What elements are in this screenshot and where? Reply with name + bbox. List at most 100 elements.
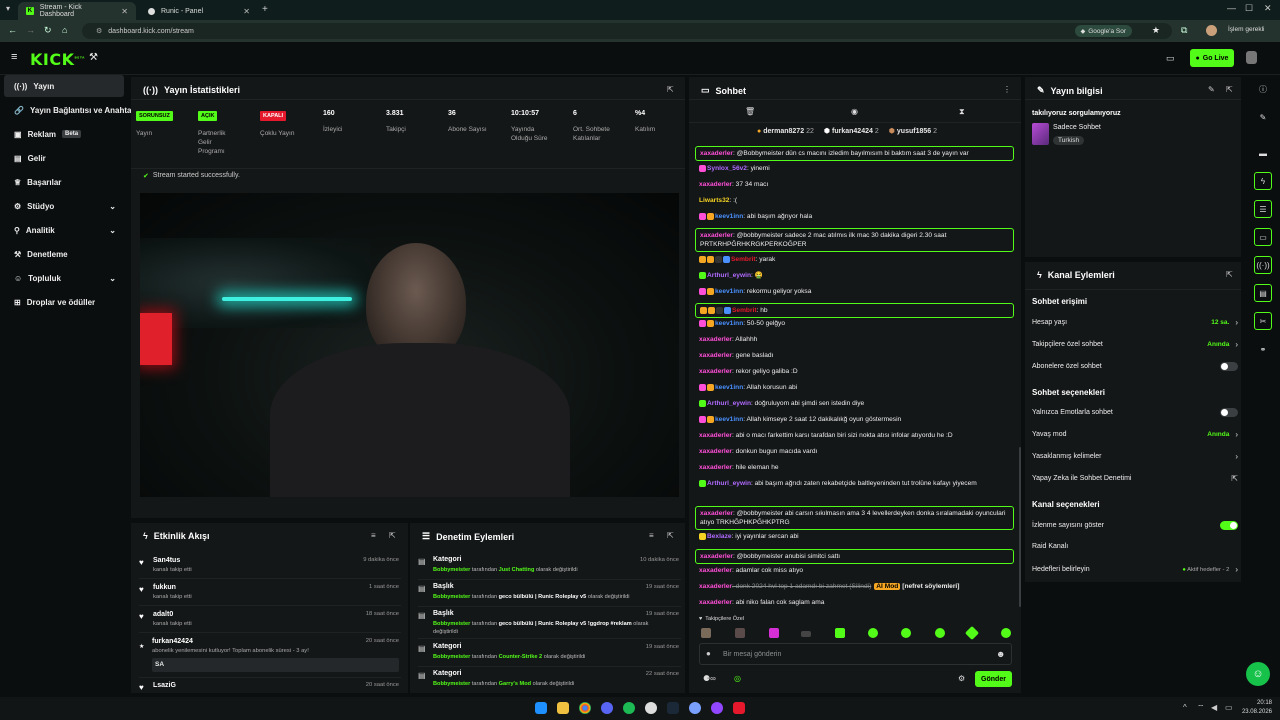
avatar[interactable] xyxy=(901,628,911,638)
profile-avatar[interactable] xyxy=(1206,25,1217,36)
send-button[interactable]: Gönder xyxy=(975,671,1012,687)
chat-message[interactable]: xaxaderler: Allahhh xyxy=(699,335,1017,344)
chat-username[interactable]: Arthurl_eywin xyxy=(707,400,751,407)
sidebar-item-studio[interactable]: ⚙ Stüdyo ⌄ xyxy=(4,195,124,217)
gear-icon[interactable]: ⚙ xyxy=(958,674,965,683)
popout-icon[interactable]: ⇱ xyxy=(1226,270,1233,279)
emotes-only-toggle[interactable] xyxy=(1220,408,1238,417)
chat-message[interactable]: Synlox_56v2: yinemi xyxy=(699,164,1017,173)
profile-status[interactable]: İşlem gerekli xyxy=(1228,26,1264,33)
raid-setting[interactable]: Raid Kanalı xyxy=(1032,543,1238,550)
chat-message[interactable]: Sembrit: hb xyxy=(695,303,1014,318)
avatar[interactable] xyxy=(801,631,811,637)
chat-message[interactable]: keev1inn: abi başım ağrıyor hala xyxy=(699,212,1017,221)
bookmark-star-icon[interactable]: ★ xyxy=(1152,25,1160,36)
followers-only-setting[interactable]: Takipçilere özel sohbet Anında › xyxy=(1032,340,1238,349)
forward-icon[interactable]: → xyxy=(26,25,35,35)
wrench-icon[interactable]: ✂ xyxy=(1254,312,1272,330)
chat-username[interactable]: xaxaderler xyxy=(699,464,732,471)
chat-message[interactable]: keev1inn: Allah kimseye 2 saat 12 dakika… xyxy=(699,415,1017,424)
list-icon[interactable]: ☰ xyxy=(1254,200,1272,218)
chat-message[interactable]: Arthurl_eywin: 🤮 xyxy=(699,271,1017,280)
chat-message[interactable]: Liwarts32: :( xyxy=(699,196,1017,205)
file-explorer-icon[interactable] xyxy=(557,702,569,714)
sidebar-item-yayin[interactable]: ((·)) Yayın xyxy=(4,75,124,97)
popout-icon[interactable]: ⇱ xyxy=(1226,85,1233,94)
chat-username[interactable]: xaxaderler xyxy=(699,368,732,375)
avatar[interactable] xyxy=(868,628,878,638)
tab-search-icon[interactable]: ▾ xyxy=(6,4,10,13)
emoji-icon[interactable]: ☻ xyxy=(996,649,1005,659)
sidebar-item-moderation[interactable]: ⚒ Denetleme xyxy=(4,243,124,265)
chat-username[interactable]: xaxaderler xyxy=(699,181,732,188)
chat-message[interactable]: xaxaderler: @bobbymeister sadece 2 mac a… xyxy=(695,228,1014,252)
category-thumbnail[interactable] xyxy=(1032,123,1049,145)
edit-icon[interactable]: ✎ xyxy=(1208,85,1215,94)
chrome-icon[interactable] xyxy=(579,702,591,714)
clock-time[interactable]: 20:18 xyxy=(1244,700,1272,706)
chat-username[interactable]: xaxaderler xyxy=(699,599,732,606)
go-live-button[interactable]: ● Go Live xyxy=(1190,49,1234,67)
chat-input[interactable]: ● Bir mesaj gönderin ☻ xyxy=(699,643,1012,665)
browser-tab-runic[interactable]: Runic - Panel ✕ xyxy=(140,2,258,20)
pencil-icon[interactable]: ✎ xyxy=(1254,108,1272,126)
avatar[interactable] xyxy=(735,628,745,638)
tray-chevron-icon[interactable]: ^ xyxy=(1183,703,1187,712)
url-field[interactable]: ⚙ dashboard.kick.com/stream ◆ Google'a So… xyxy=(82,23,1172,39)
subscribers-only-toggle[interactable] xyxy=(1220,362,1238,371)
chat-username[interactable]: Sembrit xyxy=(731,256,756,263)
reload-icon[interactable]: ↻ xyxy=(44,25,52,36)
banned-words-setting[interactable]: Yasaklanmış kelimeler › xyxy=(1032,452,1238,461)
chat-username[interactable]: keev1inn xyxy=(715,416,743,423)
screen-icon[interactable]: ▭ xyxy=(1166,53,1175,64)
avatar[interactable] xyxy=(835,628,845,638)
battery-icon[interactable]: ▭ xyxy=(1225,703,1233,712)
avatar[interactable] xyxy=(964,625,980,641)
hourglass-icon[interactable]: ⧗ xyxy=(959,107,965,117)
account-age-setting[interactable]: Hesap yaşı 12 sa. › xyxy=(1032,318,1238,327)
info-icon[interactable]: ⓘ xyxy=(1254,80,1272,98)
extensions-icon[interactable]: ⧉ xyxy=(1181,25,1187,36)
chat-message[interactable]: Arthurl_eywin: doğruluyom abi şimdi sen … xyxy=(699,399,1017,408)
chat-username[interactable]: keev1inn xyxy=(715,213,743,220)
chat-bubble-icon[interactable]: ◉ xyxy=(851,107,858,116)
sidebar-item-analytics[interactable]: ⚲ Analitik ⌄ xyxy=(4,219,124,241)
menu-icon[interactable]: ≡ xyxy=(11,51,17,63)
chat-message[interactable]: xaxaderler: abi o macı farkettim karsı t… xyxy=(699,431,1017,440)
close-icon[interactable]: ✕ xyxy=(121,7,128,16)
sidebar-item-drops[interactable]: ⊞ Droplar ve ödüller xyxy=(4,291,124,313)
chat-message[interactable]: Arthurl_eywin: abi başım ağrıdı zaten re… xyxy=(699,479,1017,488)
chat-icon[interactable]: ▭ xyxy=(1254,228,1272,246)
chat-message[interactable]: xaxaderler: adamlar cok miss atıyo xyxy=(699,566,1017,575)
chat-username[interactable]: Arthurl_eywin xyxy=(707,480,751,487)
clock-date[interactable]: 23.08.2026 xyxy=(1238,709,1272,715)
infinity-icon[interactable]: ⚈∞ xyxy=(703,674,716,683)
chat-username[interactable]: xaxaderler xyxy=(699,448,732,455)
spotify-icon[interactable] xyxy=(623,702,635,714)
chat-message[interactable]: xaxaderler: hile eleman he xyxy=(699,463,1017,472)
avatar[interactable] xyxy=(769,628,779,638)
trash-icon[interactable]: 🗑 xyxy=(745,107,755,116)
stream-preview[interactable] xyxy=(140,193,679,497)
stack-icon[interactable]: ▤ xyxy=(1254,284,1272,302)
popout-icon[interactable]: ⇱ xyxy=(389,531,396,540)
card-icon[interactable]: ▬ xyxy=(1254,144,1272,162)
avatar[interactable] xyxy=(935,628,945,638)
chat-message[interactable]: xaxaderler: @bobbymeister abi carsın sık… xyxy=(695,506,1014,530)
app-icon[interactable] xyxy=(733,702,745,714)
chat-message[interactable]: keev1inn: rekormu geliyor yoksa xyxy=(699,287,1017,296)
app-icon[interactable] xyxy=(689,702,701,714)
chat-message[interactable]: Sembrit: yarak xyxy=(699,255,1017,264)
top-chatter[interactable]: ● derman8272 22 xyxy=(757,128,814,135)
chat-username[interactable]: Arthurl_eywin xyxy=(707,272,751,279)
wifi-icon[interactable]: ⌔ xyxy=(1197,703,1205,713)
steam-icon[interactable] xyxy=(667,702,679,714)
chat-username[interactable]: xaxaderler xyxy=(700,232,733,239)
chat-message[interactable]: xaxaderler: donk 2024 hvl top 1 adamdı b… xyxy=(699,582,1017,591)
points-icon[interactable]: ◎ xyxy=(734,674,741,683)
bolt-icon[interactable]: ϟ xyxy=(1254,172,1272,190)
chat-message[interactable]: xaxaderler: @bobbymeister anubisi simitc… xyxy=(695,549,1014,564)
popout-icon[interactable]: ⇱ xyxy=(667,85,674,94)
chat-scrollbar[interactable] xyxy=(1019,447,1021,607)
browser-tab-kick[interactable]: K Stream - Kick Dashboard ✕ xyxy=(18,2,136,20)
